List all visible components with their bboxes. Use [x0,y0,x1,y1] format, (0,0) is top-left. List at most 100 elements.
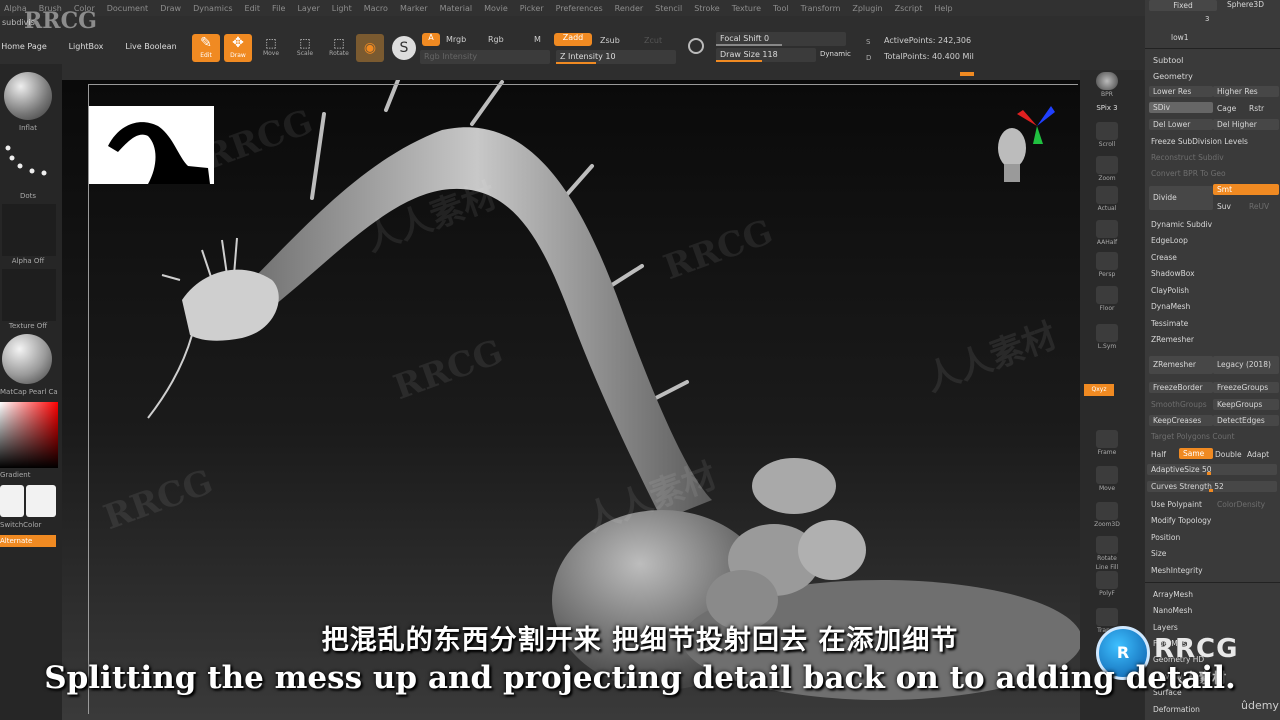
draw-size-slider[interactable]: Draw Size 118 [716,48,816,62]
legacy-toggle[interactable]: Legacy (2018) [1213,356,1279,374]
menu-item-picker[interactable]: Picker [520,4,544,13]
menu-item-texture[interactable]: Texture [732,4,761,13]
mrgb-toggle[interactable]: Mrgb [446,35,466,44]
scale-button[interactable]: ⬚ Scale [292,36,318,64]
mesh-integrity-section[interactable]: MeshIntegrity [1151,566,1203,575]
detect-edges-toggle[interactable]: DetectEdges [1213,415,1279,426]
floor-button[interactable]: Floor [1088,286,1126,312]
subtool-header[interactable]: Subtool [1153,56,1183,65]
a-toggle[interactable]: A [422,33,440,46]
texture-slot[interactable] [2,269,56,321]
menu-item-edit[interactable]: Edit [245,4,261,13]
same-toggle[interactable]: Same [1179,448,1213,459]
array-mesh-section[interactable]: ArrayMesh [1153,590,1193,599]
zoom3d-button[interactable]: Zoom3D [1088,502,1126,528]
draw-button[interactable]: ✥ Draw [224,34,252,62]
rotate-view-button[interactable]: Rotate [1088,536,1126,562]
menu-item-material[interactable]: Material [440,4,473,13]
secondary-color-swatch[interactable] [26,485,56,517]
inflat-brush-icon[interactable] [4,72,52,120]
freeze-border-toggle[interactable]: FreezeBorder [1149,382,1213,393]
freeze-groups-toggle[interactable]: FreezeGroups [1213,382,1279,393]
adapt-toggle[interactable]: Adapt [1247,450,1269,459]
geometry-header[interactable]: Geometry [1153,72,1193,81]
matcap-material-icon[interactable] [2,334,52,384]
dynamic-subdiv-section[interactable]: Dynamic Subdiv [1151,220,1212,229]
smooth-groups-slider[interactable]: SmoothGroups [1151,400,1207,409]
rotate-button[interactable]: ⬚ Rotate [326,36,352,64]
modify-topology-section[interactable]: Modify Topology [1151,516,1211,525]
rstr-button[interactable]: Rstr [1249,104,1264,113]
smt-toggle[interactable]: Smt [1213,184,1279,195]
qxyz-button[interactable]: Qxyz [1084,384,1114,396]
menu-item-preferences[interactable]: Preferences [556,4,603,13]
scroll-button[interactable]: Scroll [1088,122,1126,148]
main-color-swatch[interactable] [0,485,24,517]
reconstruct-subdiv-button[interactable]: Reconstruct Subdiv [1151,153,1224,162]
target-polygons-slider[interactable]: Target Polygons Count [1151,432,1235,441]
higher-res-button[interactable]: Higher Res [1213,86,1279,97]
dots-stroke-icon[interactable] [4,140,54,190]
lsym-button[interactable]: L.Sym [1088,324,1126,350]
keep-groups-toggle[interactable]: KeepGroups [1213,399,1279,410]
move-button[interactable]: ⬚ Move [258,36,284,64]
menu-item-movie[interactable]: Movie [484,4,508,13]
focal-shift-slider[interactable]: Focal Shift 0 [716,32,846,46]
sdiv-slider[interactable]: SDiv [1149,102,1213,113]
menu-item-stroke[interactable]: Stroke [694,4,720,13]
use-polypaint-toggle[interactable]: Use Polypaint [1151,500,1202,509]
zremesher-header[interactable]: ZRemesher [1151,335,1194,344]
freeze-subdiv-button[interactable]: Freeze SubDivision Levels [1151,137,1248,146]
reuv-toggle[interactable]: ReUV [1249,202,1269,211]
divide-button[interactable]: Divide [1149,186,1213,210]
size-section[interactable]: Size [1151,549,1166,558]
menu-item-zscript[interactable]: Zscript [895,4,923,13]
double-toggle[interactable]: Double [1215,450,1242,459]
curves-strength-slider[interactable]: Curves Strength 52 [1147,481,1277,492]
menu-item-file[interactable]: File [272,4,285,13]
crease-section[interactable]: Crease [1151,253,1177,262]
zcut-toggle[interactable]: Zcut [644,36,662,45]
menu-item-draw[interactable]: Draw [160,4,181,13]
frame-button[interactable]: Frame [1088,430,1126,456]
brush-icon-button[interactable]: ◉ [356,34,384,62]
adaptive-size-slider[interactable]: AdaptiveSize 50 [1147,464,1277,475]
shadowbox-section[interactable]: ShadowBox [1151,269,1195,278]
deformation-section[interactable]: Deformation [1153,705,1200,714]
color-density-slider[interactable]: ColorDensity [1217,500,1265,509]
alpha-slot[interactable] [2,204,56,256]
lightbox-button[interactable]: LightBox [66,42,106,51]
move-view-button[interactable]: Move [1088,466,1126,492]
keep-creases-toggle[interactable]: KeepCreases [1149,415,1213,426]
position-section[interactable]: Position [1151,533,1180,542]
menu-item-help[interactable]: Help [934,4,952,13]
linefill-button[interactable]: Line Fill PolyF [1088,564,1126,597]
aahalf-button[interactable]: AAHalf [1088,220,1126,246]
actual-button[interactable]: Actual [1088,186,1126,212]
zoom-button[interactable]: Zoom [1088,156,1126,182]
zremesher-button[interactable]: ZRemesher [1149,356,1213,374]
home-page-button[interactable]: Home Page [0,42,48,51]
lower-res-button[interactable]: Lower Res [1149,86,1213,97]
tessimate-section[interactable]: Tessimate [1151,319,1188,328]
convert-bpr-button[interactable]: Convert BPR To Geo [1151,169,1226,178]
nano-mesh-section[interactable]: NanoMesh [1153,606,1192,615]
z-intensity-slider[interactable]: Z Intensity 10 [556,50,676,64]
sphere3d-tool[interactable]: Sphere3D [1227,0,1264,9]
rgb-intensity-slider[interactable]: Rgb Intensity [420,50,550,64]
edgeloop-section[interactable]: EdgeLoop [1151,236,1188,245]
half-toggle[interactable]: Half [1151,450,1166,459]
cage-button[interactable]: Cage [1217,104,1236,113]
alternate-button[interactable]: Alternate [0,535,56,547]
menu-item-tool[interactable]: Tool [773,4,789,13]
low1-tool[interactable]: low1 [1171,33,1189,42]
menu-item-layer[interactable]: Layer [297,4,319,13]
rgb-toggle[interactable]: Rgb [488,35,504,44]
live-boolean-button[interactable]: Live Boolean [124,42,178,51]
menu-item-document[interactable]: Document [107,4,148,13]
menu-item-macro[interactable]: Macro [364,4,388,13]
switch-color-label[interactable]: SwitchColor [0,521,58,529]
del-higher-button[interactable]: Del Higher [1213,119,1279,130]
menu-item-render[interactable]: Render [615,4,643,13]
bpr-button[interactable]: BPR [1088,72,1126,98]
